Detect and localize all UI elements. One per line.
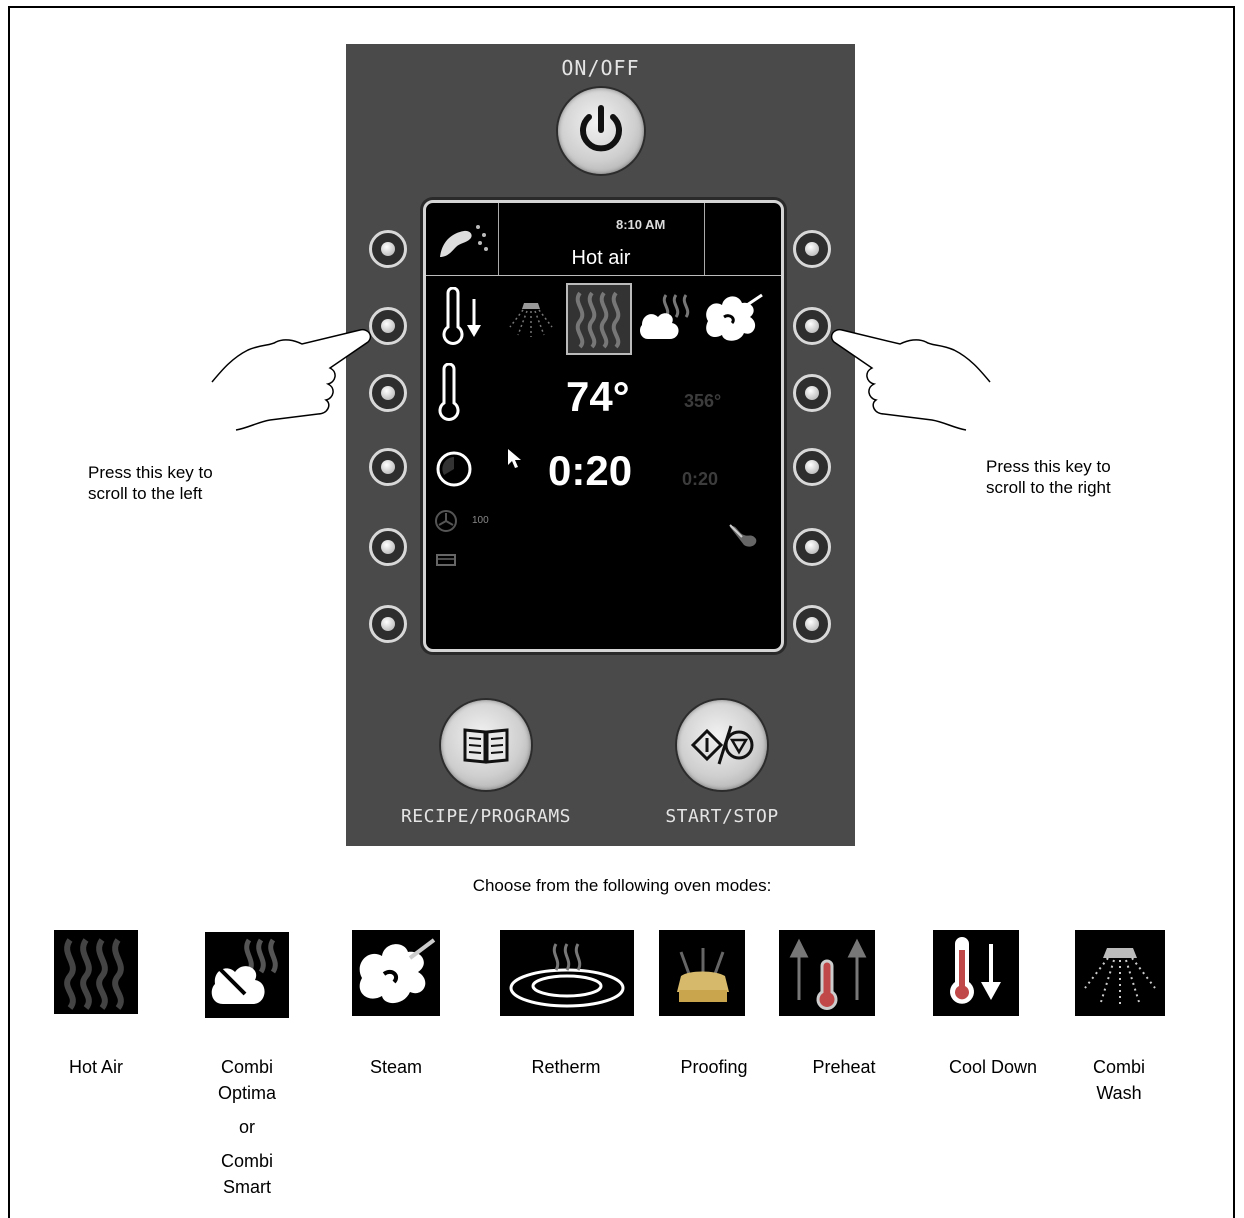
recipe-book-icon [463, 728, 509, 764]
mode-label-proofing: Proofing [659, 1054, 769, 1080]
callout-line: Press this key to [986, 457, 1111, 476]
onoff-label: ON/OFF [561, 56, 640, 80]
mode-tile-combi [205, 932, 289, 1018]
fan-icon [435, 510, 457, 532]
preheat-icon [789, 938, 867, 1010]
mode-tile-steam [352, 930, 440, 1016]
right-key-4[interactable] [793, 448, 831, 486]
fan-speed-value: 100 [472, 515, 489, 526]
combi-wash-icon [509, 303, 553, 337]
mode-label-line: Optima [217, 1083, 277, 1103]
selected-mode-frame[interactable] [566, 283, 632, 355]
power-icon [580, 105, 622, 152]
mode-label-combi: Combi Optima or Combi Smart [192, 1054, 302, 1200]
cool-down-icon [950, 937, 1001, 1004]
onoff-button[interactable] [558, 88, 644, 174]
combi-icon [640, 294, 690, 339]
mode-label-line: Proofing [680, 1057, 748, 1077]
callout-line: Press this key to [88, 463, 213, 482]
combi-icon [211, 938, 278, 1004]
left-key-5[interactable] [369, 528, 407, 566]
mode-label-line: Smart [222, 1177, 271, 1197]
current-mode-name: Hot air [571, 247, 631, 269]
mode-tile-hot-air [54, 930, 138, 1014]
mode-label-line: Cool Down [948, 1057, 1038, 1077]
recipe-programs-label: RECIPE/PROGRAMS [400, 806, 572, 827]
left-key-4[interactable] [369, 448, 407, 486]
mode-label-line: Preheat [812, 1057, 876, 1077]
start-stop-label: START/STOP [665, 806, 779, 827]
right-key-6[interactable] [793, 605, 831, 643]
header-divider [704, 203, 705, 275]
recipe-programs-button[interactable] [441, 700, 531, 790]
cool-down-icon [442, 287, 481, 345]
start-stop-icon [690, 725, 754, 765]
mode-tile-preheat [779, 930, 875, 1016]
hand-pointer-left-icon [211, 328, 372, 431]
callout-line: scroll to the right [986, 478, 1111, 497]
cursor-arrow-icon [508, 449, 521, 468]
hand-pointer-right-icon [830, 328, 991, 431]
mode-tile-retherm [500, 930, 634, 1016]
left-key-1[interactable] [369, 230, 407, 268]
mode-tile-combi-wash [1075, 930, 1165, 1016]
temperature-actual: 356° [684, 391, 722, 411]
mode-label-line: Combi [220, 1151, 273, 1171]
mode-label-line: Retherm [531, 1057, 601, 1077]
mode-label-combi-wash: Combi Wash [1064, 1054, 1174, 1106]
callout-line: scroll to the left [88, 484, 203, 503]
steam-icon [359, 938, 436, 1004]
scroll-left-callout: Press this key to scroll to the left [88, 462, 213, 504]
cook-time-actual: 0:20 [682, 469, 719, 489]
mode-label-line: Combi [220, 1057, 273, 1077]
temperature-setpoint[interactable]: 74° [566, 373, 630, 421]
retherm-icon [509, 943, 625, 1008]
rack-icon [436, 554, 456, 566]
mode-label-cool-down: Cool Down [938, 1054, 1048, 1080]
mode-tile-cool-down [933, 930, 1019, 1016]
clock-time: 8:10 AM [616, 217, 666, 232]
right-key-5[interactable] [793, 528, 831, 566]
mode-label-preheat: Preheat [789, 1054, 899, 1080]
cook-time-setpoint[interactable]: 0:20 [548, 447, 632, 495]
mode-label-line: Wash [1096, 1083, 1142, 1103]
steam-icon [706, 293, 763, 341]
mode-tile-proofing [659, 930, 745, 1016]
combi-wash-icon [1084, 948, 1156, 1004]
proofing-icon [677, 948, 729, 1002]
left-key-6[interactable] [369, 605, 407, 643]
hot-air-icon [575, 291, 621, 349]
right-key-1[interactable] [793, 230, 831, 268]
scroll-right-callout: Press this key to scroll to the right [986, 456, 1111, 498]
thermometer-icon [438, 363, 460, 421]
mode-label-line: Combi [1092, 1057, 1145, 1077]
mode-label-line: or [238, 1117, 255, 1137]
mode-label-hot-air: Hot Air [41, 1054, 151, 1080]
display-screen: 8:10 AM Hot air 74° 356° 0:20 0:20 100 [423, 200, 784, 652]
probe-icon [729, 524, 757, 547]
mode-label-line: Steam [369, 1057, 423, 1077]
hand-wash-icon [440, 225, 488, 257]
screen-header: 8:10 AM Hot air [426, 203, 781, 276]
timer-icon [436, 451, 472, 487]
start-stop-button[interactable] [677, 700, 767, 790]
hot-air-icon [64, 938, 124, 1010]
mode-label-retherm: Retherm [511, 1054, 621, 1080]
choose-modes-heading: Choose from the following oven modes: [472, 876, 772, 895]
mode-label-steam: Steam [341, 1054, 451, 1080]
mode-label-line: Hot Air [68, 1057, 124, 1077]
